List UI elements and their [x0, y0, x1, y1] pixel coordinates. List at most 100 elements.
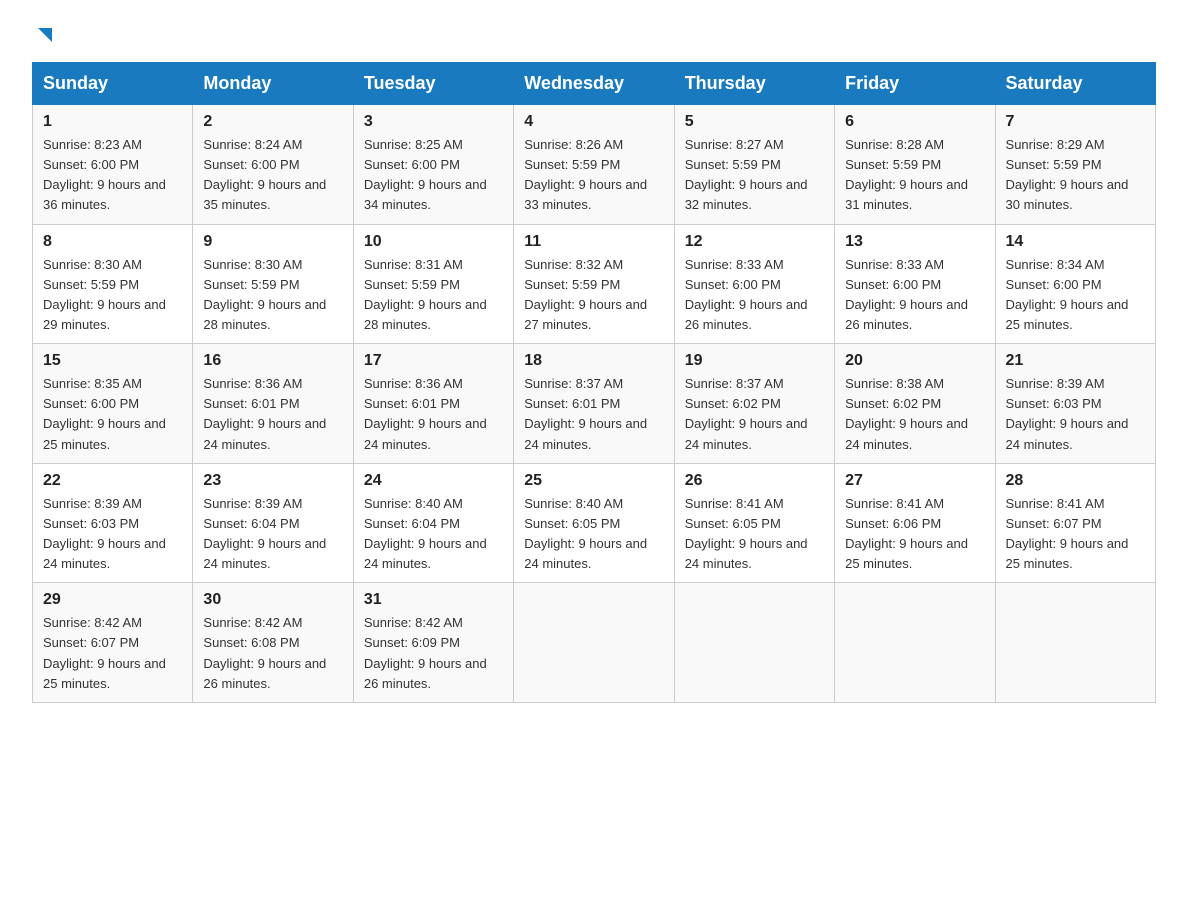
calendar-day-cell: 26 Sunrise: 8:41 AMSunset: 6:05 PMDaylig…: [674, 463, 834, 583]
day-info: Sunrise: 8:30 AMSunset: 5:59 PMDaylight:…: [203, 257, 326, 332]
day-number: 3: [364, 113, 503, 131]
day-number: 14: [1006, 233, 1145, 251]
day-number: 22: [43, 472, 182, 490]
day-info: Sunrise: 8:31 AMSunset: 5:59 PMDaylight:…: [364, 257, 487, 332]
calendar-day-cell: 20 Sunrise: 8:38 AMSunset: 6:02 PMDaylig…: [835, 344, 995, 464]
calendar-day-cell: 4 Sunrise: 8:26 AMSunset: 5:59 PMDayligh…: [514, 105, 674, 225]
day-number: 1: [43, 113, 182, 131]
day-info: Sunrise: 8:37 AMSunset: 6:01 PMDaylight:…: [524, 376, 647, 451]
day-number: 4: [524, 113, 663, 131]
calendar-day-cell: 3 Sunrise: 8:25 AMSunset: 6:00 PMDayligh…: [353, 105, 513, 225]
calendar-day-cell: 31 Sunrise: 8:42 AMSunset: 6:09 PMDaylig…: [353, 583, 513, 703]
day-number: 18: [524, 352, 663, 370]
day-info: Sunrise: 8:42 AMSunset: 6:09 PMDaylight:…: [364, 615, 487, 690]
calendar-day-cell: [674, 583, 834, 703]
day-number: 12: [685, 233, 824, 251]
day-info: Sunrise: 8:38 AMSunset: 6:02 PMDaylight:…: [845, 376, 968, 451]
day-info: Sunrise: 8:33 AMSunset: 6:00 PMDaylight:…: [845, 257, 968, 332]
calendar-week-row: 15 Sunrise: 8:35 AMSunset: 6:00 PMDaylig…: [33, 344, 1156, 464]
calendar-week-row: 22 Sunrise: 8:39 AMSunset: 6:03 PMDaylig…: [33, 463, 1156, 583]
calendar-day-cell: 2 Sunrise: 8:24 AMSunset: 6:00 PMDayligh…: [193, 105, 353, 225]
calendar-header-thursday: Thursday: [674, 63, 834, 105]
day-number: 20: [845, 352, 984, 370]
calendar-week-row: 29 Sunrise: 8:42 AMSunset: 6:07 PMDaylig…: [33, 583, 1156, 703]
calendar-header-friday: Friday: [835, 63, 995, 105]
day-info: Sunrise: 8:34 AMSunset: 6:00 PMDaylight:…: [1006, 257, 1129, 332]
day-info: Sunrise: 8:23 AMSunset: 6:00 PMDaylight:…: [43, 137, 166, 212]
day-number: 9: [203, 233, 342, 251]
day-info: Sunrise: 8:37 AMSunset: 6:02 PMDaylight:…: [685, 376, 808, 451]
day-info: Sunrise: 8:33 AMSunset: 6:00 PMDaylight:…: [685, 257, 808, 332]
day-info: Sunrise: 8:40 AMSunset: 6:05 PMDaylight:…: [524, 496, 647, 571]
calendar-day-cell: 5 Sunrise: 8:27 AMSunset: 5:59 PMDayligh…: [674, 105, 834, 225]
day-number: 24: [364, 472, 503, 490]
calendar-day-cell: 10 Sunrise: 8:31 AMSunset: 5:59 PMDaylig…: [353, 224, 513, 344]
calendar-day-cell: 30 Sunrise: 8:42 AMSunset: 6:08 PMDaylig…: [193, 583, 353, 703]
day-info: Sunrise: 8:27 AMSunset: 5:59 PMDaylight:…: [685, 137, 808, 212]
day-info: Sunrise: 8:26 AMSunset: 5:59 PMDaylight:…: [524, 137, 647, 212]
day-info: Sunrise: 8:36 AMSunset: 6:01 PMDaylight:…: [364, 376, 487, 451]
calendar-day-cell: 19 Sunrise: 8:37 AMSunset: 6:02 PMDaylig…: [674, 344, 834, 464]
calendar-day-cell: 7 Sunrise: 8:29 AMSunset: 5:59 PMDayligh…: [995, 105, 1155, 225]
calendar-day-cell: 14 Sunrise: 8:34 AMSunset: 6:00 PMDaylig…: [995, 224, 1155, 344]
day-info: Sunrise: 8:39 AMSunset: 6:03 PMDaylight:…: [43, 496, 166, 571]
page-header: [32, 24, 1156, 44]
calendar-week-row: 8 Sunrise: 8:30 AMSunset: 5:59 PMDayligh…: [33, 224, 1156, 344]
day-info: Sunrise: 8:39 AMSunset: 6:03 PMDaylight:…: [1006, 376, 1129, 451]
day-number: 28: [1006, 472, 1145, 490]
day-number: 30: [203, 591, 342, 609]
calendar-header-tuesday: Tuesday: [353, 63, 513, 105]
day-info: Sunrise: 8:24 AMSunset: 6:00 PMDaylight:…: [203, 137, 326, 212]
day-number: 2: [203, 113, 342, 131]
day-info: Sunrise: 8:30 AMSunset: 5:59 PMDaylight:…: [43, 257, 166, 332]
day-number: 29: [43, 591, 182, 609]
calendar-day-cell: 23 Sunrise: 8:39 AMSunset: 6:04 PMDaylig…: [193, 463, 353, 583]
day-number: 27: [845, 472, 984, 490]
calendar-day-cell: 11 Sunrise: 8:32 AMSunset: 5:59 PMDaylig…: [514, 224, 674, 344]
day-number: 17: [364, 352, 503, 370]
calendar-day-cell: 8 Sunrise: 8:30 AMSunset: 5:59 PMDayligh…: [33, 224, 193, 344]
calendar-day-cell: 27 Sunrise: 8:41 AMSunset: 6:06 PMDaylig…: [835, 463, 995, 583]
calendar-day-cell: 13 Sunrise: 8:33 AMSunset: 6:00 PMDaylig…: [835, 224, 995, 344]
calendar-day-cell: 18 Sunrise: 8:37 AMSunset: 6:01 PMDaylig…: [514, 344, 674, 464]
day-info: Sunrise: 8:36 AMSunset: 6:01 PMDaylight:…: [203, 376, 326, 451]
calendar-header-row: SundayMondayTuesdayWednesdayThursdayFrid…: [33, 63, 1156, 105]
day-info: Sunrise: 8:41 AMSunset: 6:07 PMDaylight:…: [1006, 496, 1129, 571]
calendar-header-monday: Monday: [193, 63, 353, 105]
calendar-header-saturday: Saturday: [995, 63, 1155, 105]
day-number: 26: [685, 472, 824, 490]
day-number: 11: [524, 233, 663, 251]
calendar-day-cell: 15 Sunrise: 8:35 AMSunset: 6:00 PMDaylig…: [33, 344, 193, 464]
calendar-day-cell: 21 Sunrise: 8:39 AMSunset: 6:03 PMDaylig…: [995, 344, 1155, 464]
day-number: 13: [845, 233, 984, 251]
calendar-day-cell: 1 Sunrise: 8:23 AMSunset: 6:00 PMDayligh…: [33, 105, 193, 225]
day-number: 23: [203, 472, 342, 490]
calendar-day-cell: 6 Sunrise: 8:28 AMSunset: 5:59 PMDayligh…: [835, 105, 995, 225]
calendar-week-row: 1 Sunrise: 8:23 AMSunset: 6:00 PMDayligh…: [33, 105, 1156, 225]
day-number: 10: [364, 233, 503, 251]
day-info: Sunrise: 8:29 AMSunset: 5:59 PMDaylight:…: [1006, 137, 1129, 212]
day-number: 15: [43, 352, 182, 370]
calendar-day-cell: 17 Sunrise: 8:36 AMSunset: 6:01 PMDaylig…: [353, 344, 513, 464]
day-number: 6: [845, 113, 984, 131]
calendar-day-cell: 12 Sunrise: 8:33 AMSunset: 6:00 PMDaylig…: [674, 224, 834, 344]
day-info: Sunrise: 8:42 AMSunset: 6:07 PMDaylight:…: [43, 615, 166, 690]
day-info: Sunrise: 8:35 AMSunset: 6:00 PMDaylight:…: [43, 376, 166, 451]
calendar-table: SundayMondayTuesdayWednesdayThursdayFrid…: [32, 62, 1156, 703]
calendar-day-cell: 22 Sunrise: 8:39 AMSunset: 6:03 PMDaylig…: [33, 463, 193, 583]
logo-arrow-icon: [34, 24, 56, 46]
calendar-day-cell: [995, 583, 1155, 703]
calendar-header-sunday: Sunday: [33, 63, 193, 105]
day-number: 31: [364, 591, 503, 609]
day-info: Sunrise: 8:40 AMSunset: 6:04 PMDaylight:…: [364, 496, 487, 571]
day-number: 19: [685, 352, 824, 370]
calendar-day-cell: 9 Sunrise: 8:30 AMSunset: 5:59 PMDayligh…: [193, 224, 353, 344]
day-info: Sunrise: 8:32 AMSunset: 5:59 PMDaylight:…: [524, 257, 647, 332]
day-number: 21: [1006, 352, 1145, 370]
day-info: Sunrise: 8:39 AMSunset: 6:04 PMDaylight:…: [203, 496, 326, 571]
day-info: Sunrise: 8:28 AMSunset: 5:59 PMDaylight:…: [845, 137, 968, 212]
calendar-day-cell: 16 Sunrise: 8:36 AMSunset: 6:01 PMDaylig…: [193, 344, 353, 464]
calendar-day-cell: 24 Sunrise: 8:40 AMSunset: 6:04 PMDaylig…: [353, 463, 513, 583]
day-info: Sunrise: 8:25 AMSunset: 6:00 PMDaylight:…: [364, 137, 487, 212]
day-info: Sunrise: 8:41 AMSunset: 6:05 PMDaylight:…: [685, 496, 808, 571]
